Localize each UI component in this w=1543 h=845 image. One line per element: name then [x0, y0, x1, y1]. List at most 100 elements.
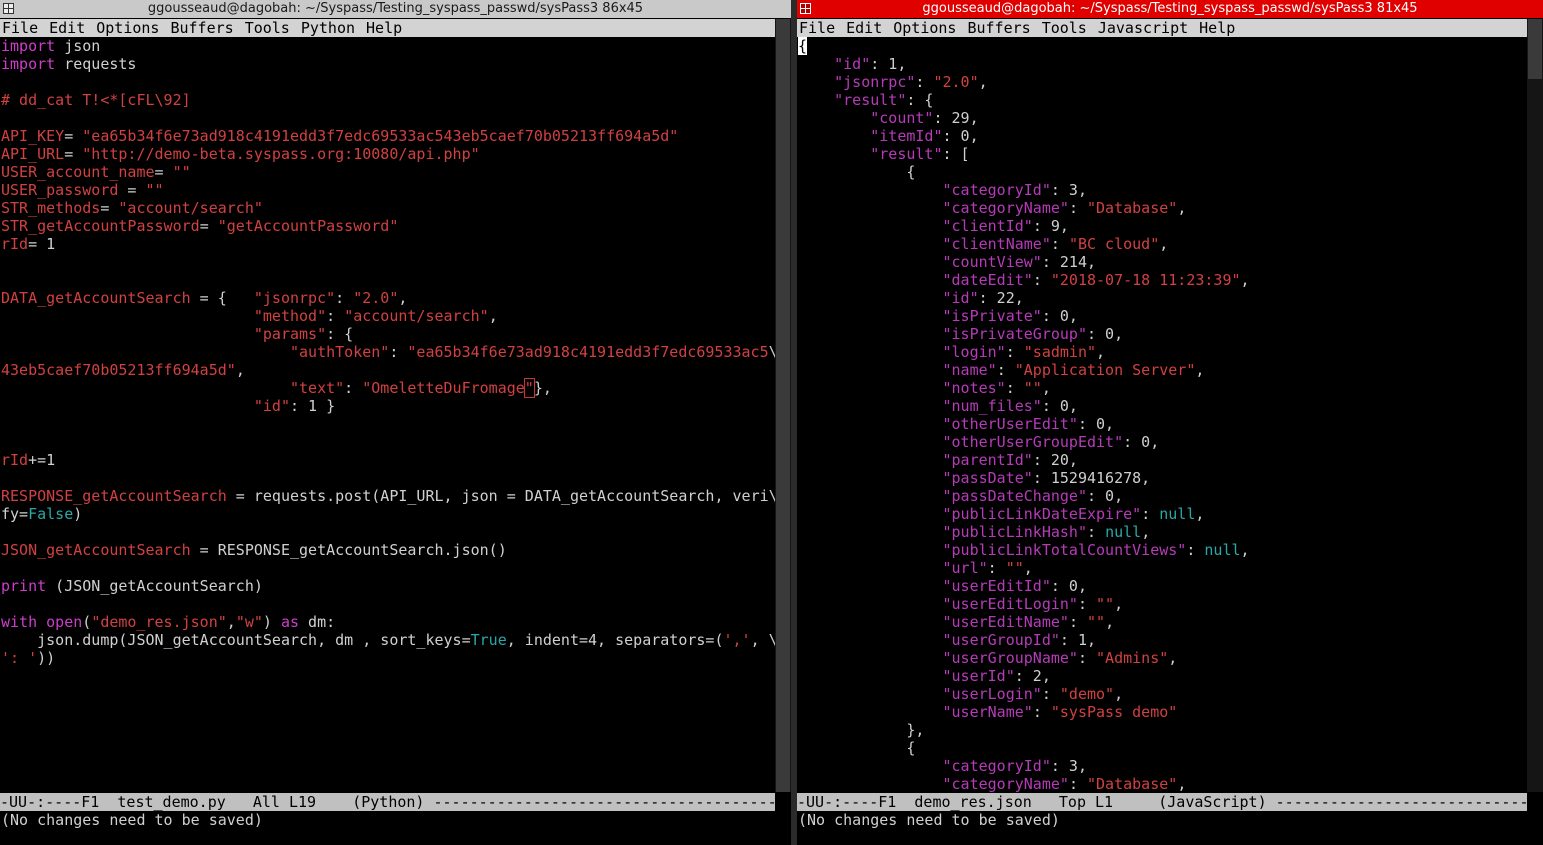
code-token: : [915, 73, 934, 91]
code-token: , [1159, 235, 1169, 253]
code-line: { [798, 37, 1250, 55]
code-token: "userEditId" [942, 577, 1051, 595]
code-token: "countView" [942, 253, 1042, 271]
left-scrollbar[interactable] [775, 19, 791, 792]
code-token: : 0, [1041, 397, 1078, 415]
code-token: = RESPONSE_getAccountSearch.json() [190, 541, 507, 559]
menu-file[interactable]: File [0, 19, 38, 37]
code-token: : [1032, 703, 1051, 721]
code-token: "BC cloud" [1068, 235, 1160, 253]
code-token: : [1041, 685, 1060, 703]
left-editor-buffer[interactable]: import json import requests # dd_cat T!<*[… [1, 37, 778, 667]
menu-buffers[interactable]: Buffers [168, 19, 233, 37]
left-terminal-window[interactable]: ggousseaud@dagobah: ~/Syspass/Testing_sy… [0, 0, 791, 845]
code-token: # dd_cat T!<*[cFL\92] [1, 91, 191, 109]
code-line: "result": [ [798, 145, 1250, 163]
code-line: "passDate": 1529416278, [798, 469, 1250, 487]
code-token: : [996, 361, 1015, 379]
code-token: , [1177, 199, 1187, 217]
code-token: : [1068, 775, 1087, 793]
code-line: "categoryName": "Database", [798, 199, 1250, 217]
code-token: "OmeletteDuFromage [362, 379, 525, 397]
code-token: "clientId" [942, 217, 1033, 235]
code-token: 43eb5caef70b05213ff694a5d" [1, 361, 236, 379]
code-token: USER_password [1, 181, 119, 199]
menu-tools[interactable]: Tools [243, 19, 290, 37]
code-line: fy=False) [1, 505, 778, 523]
code-token: null [1105, 523, 1142, 541]
code-token: : 1, [870, 55, 907, 73]
code-token: "http://demo-beta.syspass.org:10080/api.… [82, 145, 480, 163]
left-window-titlebar[interactable]: ggousseaud@dagobah: ~/Syspass/Testing_sy… [0, 0, 791, 18]
code-token: True [470, 631, 507, 649]
code-line: import json [1, 37, 778, 55]
menu-edit[interactable]: Edit [47, 19, 85, 37]
menu-options[interactable]: Options [891, 19, 956, 37]
code-token: : [ [942, 145, 970, 163]
code-token: , [1240, 271, 1250, 289]
code-token: "Admins" [1096, 649, 1169, 667]
code-token: "ea65b34f6e73ad918c4191edd3f7edc69533ac5 [407, 343, 769, 361]
code-token: json [55, 37, 101, 55]
menu-edit[interactable]: Edit [844, 19, 882, 37]
right-terminal-window[interactable]: ggousseaud@dagobah: ~/Syspass/Testing_sy… [797, 0, 1543, 845]
code-line: "notes": "", [798, 379, 1250, 397]
left-scrollbar-thumb[interactable] [776, 19, 790, 792]
right-editor-buffer[interactable]: { "id": 1, "jsonrpc": "2.0", "result": {… [798, 37, 1250, 793]
code-token: )) [37, 649, 56, 667]
code-token: JSON_getAccountSearch [1, 541, 191, 559]
code-token: "categoryName" [942, 199, 1069, 217]
code-token: "otherUserGroupEdit" [942, 433, 1124, 451]
menu-help[interactable]: Help [364, 19, 402, 37]
code-line: 43eb5caef70b05213ff694a5d", [1, 361, 778, 379]
code-token: "passDate" [942, 469, 1033, 487]
code-token: null [1159, 505, 1196, 523]
code-token: "userGroupId" [942, 631, 1060, 649]
code-token: , [1105, 613, 1115, 631]
code-token: "account/search" [344, 307, 489, 325]
right-window-titlebar[interactable]: ggousseaud@dagobah: ~/Syspass/Testing_sy… [797, 0, 1543, 18]
code-line: "userLogin": "demo", [798, 685, 1250, 703]
code-token: API_KEY [1, 127, 65, 145]
code-token: : 3, [1050, 757, 1087, 775]
code-token: "id" [834, 55, 871, 73]
code-token: }, [533, 379, 552, 397]
code-token: with [1, 613, 38, 631]
right-scrollbar[interactable] [1527, 19, 1543, 792]
code-line: "categoryId": 3, [798, 757, 1250, 775]
code-token: "" [1023, 379, 1042, 397]
text-cursor: " [523, 378, 535, 398]
code-line: { [798, 739, 1250, 757]
menu-buffers[interactable]: Buffers [965, 19, 1030, 37]
code-line: USER_password = "" [1, 181, 778, 199]
code-line: "countView": 214, [798, 253, 1250, 271]
code-token: "" [1005, 559, 1024, 577]
code-line: "clientName": "BC cloud", [798, 235, 1250, 253]
menu-javascript[interactable]: Javascript [1096, 19, 1188, 37]
code-line: "params": { [1, 325, 778, 343]
code-token: "Database" [1087, 199, 1178, 217]
code-token: "jsonrpc" [253, 289, 336, 307]
right-scrollbar-thumb[interactable] [1528, 19, 1542, 79]
menu-help[interactable]: Help [1197, 19, 1235, 37]
menu-options[interactable]: Options [94, 19, 159, 37]
code-token: , [1141, 523, 1151, 541]
window-menu-icon[interactable] [3, 3, 14, 14]
code-line: "url": "", [798, 559, 1250, 577]
menu-file[interactable]: File [797, 19, 835, 37]
window-menu-icon[interactable] [800, 3, 811, 14]
code-token: "" [172, 163, 191, 181]
menu-python[interactable]: Python [299, 19, 355, 37]
code-line: "userEditId": 0, [798, 577, 1250, 595]
right-emacs-menubar: File Edit Options Buffers Tools Javascript Hel… [797, 19, 1527, 37]
menu-tools[interactable]: Tools [1040, 19, 1087, 37]
